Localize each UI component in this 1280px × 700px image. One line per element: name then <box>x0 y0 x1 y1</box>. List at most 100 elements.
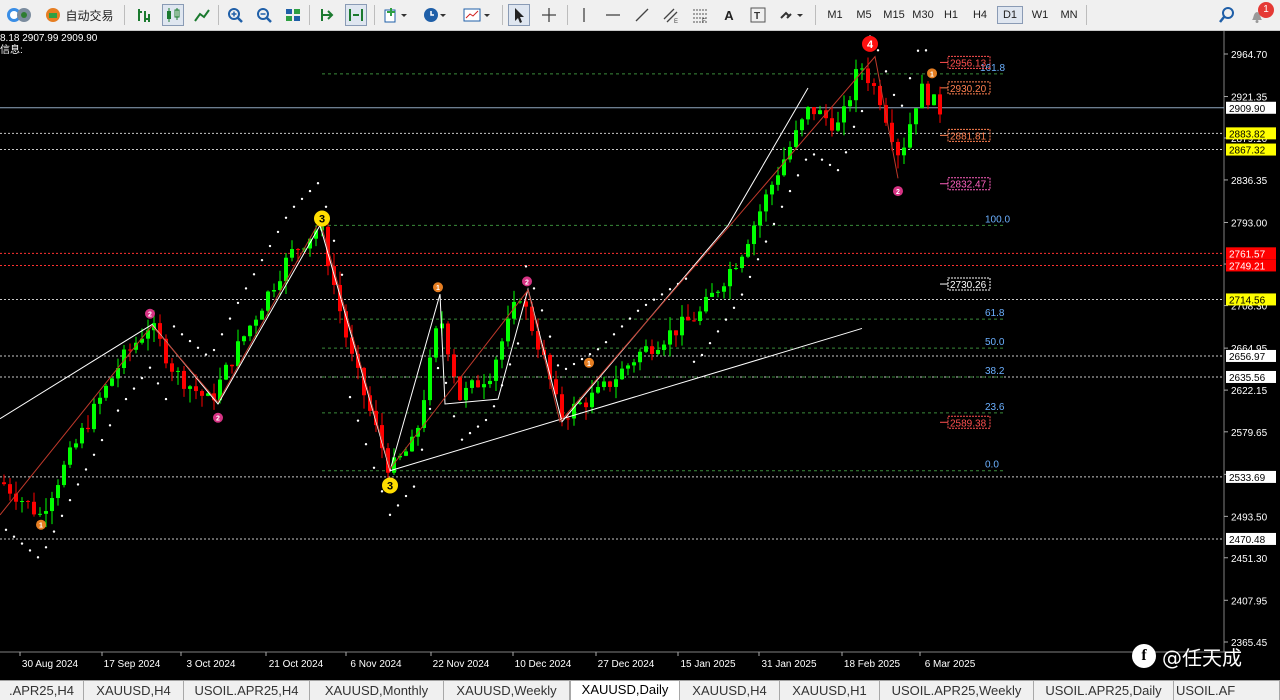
price-axis-label: 2493.50 <box>1231 512 1268 523</box>
indicators-icon[interactable] <box>381 4 411 26</box>
sar-dot <box>340 273 344 277</box>
sar-dot <box>236 301 240 305</box>
tile-windows-icon[interactable] <box>282 4 304 26</box>
zigzag-line <box>0 55 899 516</box>
timeframe-mn[interactable]: MN <box>1056 6 1082 24</box>
arrows-icon[interactable] <box>776 4 808 26</box>
period-clock-icon[interactable] <box>420 4 450 26</box>
candle-body <box>764 194 768 212</box>
timeframe-h1[interactable]: H1 <box>938 6 964 24</box>
timeframe-m30[interactable]: M30 <box>909 6 937 24</box>
sar-dot <box>284 216 288 219</box>
timeframe-m1[interactable]: M1 <box>822 6 848 24</box>
text-icon[interactable]: A <box>718 4 740 26</box>
sar-dot <box>308 189 312 193</box>
tab-usoil-apr25-h4-partial[interactable]: .APR25,H4 <box>0 681 84 700</box>
market-watch-icon[interactable] <box>14 4 34 26</box>
tab-usoil-apr25-weekly[interactable]: USOIL.APR25,Weekly <box>880 681 1034 700</box>
candle-body <box>200 391 204 396</box>
timeframe-m15[interactable]: M15 <box>880 6 908 24</box>
horizontal-level-label: 2533.69 <box>1229 473 1266 484</box>
sar-dot <box>124 397 128 401</box>
candle-body <box>176 370 180 372</box>
sar-dot <box>612 333 616 336</box>
timeframe-m5[interactable]: M5 <box>851 6 877 24</box>
candle-body <box>104 385 108 398</box>
tab-xauusd-weekly[interactable]: XAUUSD,Weekly <box>444 681 570 700</box>
bar-chart-icon[interactable] <box>133 4 155 26</box>
candle-body <box>740 256 744 268</box>
time-axis-label: 6 Mar 2025 <box>925 659 976 670</box>
candle-body <box>110 378 114 386</box>
price-axis-label: 2622.15 <box>1231 386 1268 397</box>
candlestick-icon[interactable] <box>162 4 184 26</box>
sar-dot <box>924 49 928 52</box>
templates-icon[interactable] <box>460 4 494 26</box>
candle-body <box>326 226 330 267</box>
price-tag-label: 2930.20 <box>950 84 987 95</box>
candle-body <box>494 359 498 381</box>
timeframe-w1[interactable]: W1 <box>1027 6 1053 24</box>
tab-xauusd-h4-2[interactable]: XAUUSD,H4 <box>680 681 780 700</box>
sar-dot <box>172 325 176 328</box>
candle-body <box>836 122 840 131</box>
sar-dot <box>556 364 560 367</box>
horizontal-line-icon[interactable] <box>602 4 624 26</box>
crosshair-icon[interactable] <box>538 4 560 26</box>
candle-body <box>32 501 36 515</box>
tab-xauusd-h4[interactable]: XAUUSD,H4 <box>84 681 184 700</box>
search-icon[interactable] <box>1216 4 1238 26</box>
sar-dot <box>580 357 584 361</box>
horizontal-level-label: 2867.32 <box>1229 146 1266 157</box>
candle-body <box>800 119 804 131</box>
candle-body <box>2 482 6 485</box>
trendline-icon[interactable] <box>631 4 653 26</box>
vertical-line-icon[interactable] <box>573 4 595 26</box>
candle-body <box>722 286 726 292</box>
price-chart[interactable]: 2964.702921.352879.102836.352793.002750.… <box>0 31 1280 680</box>
sar-dot <box>764 240 768 243</box>
tab-xauusd-monthly[interactable]: XAUUSD,Monthly <box>310 681 444 700</box>
candle-body <box>926 83 930 106</box>
info-label: 信息: <box>0 45 23 56</box>
sar-dot <box>452 415 456 418</box>
horizontal-level-label: 2761.57 <box>1229 249 1266 260</box>
timeframe-h4[interactable]: H4 <box>967 6 993 24</box>
sar-dot <box>916 49 920 52</box>
chart-shift-icon[interactable] <box>345 4 367 26</box>
candle-body <box>914 108 918 125</box>
cursor-icon[interactable] <box>508 4 530 26</box>
tab-usoil-partial[interactable]: USOIL.AF <box>1174 681 1280 700</box>
wave-label-3: 3 <box>319 214 325 226</box>
candle-body <box>170 363 174 372</box>
candle-body <box>806 107 810 120</box>
candle-body <box>830 118 834 131</box>
sar-dot <box>60 514 64 518</box>
auto-scroll-icon[interactable] <box>316 4 338 26</box>
sar-dot <box>84 468 88 471</box>
chart-window[interactable]: 2964.702921.352879.102836.352793.002750.… <box>0 31 1280 680</box>
zoom-in-icon[interactable] <box>224 4 246 26</box>
fibo-retracement-icon[interactable]: F <box>689 4 711 26</box>
sar-dot <box>724 318 728 321</box>
zoom-out-icon[interactable] <box>253 4 275 26</box>
text-label-icon[interactable]: T <box>747 4 769 26</box>
sar-dot <box>436 366 440 370</box>
candle-body <box>500 341 504 360</box>
tab-xauusd-daily[interactable]: XAUUSD,Daily <box>570 681 680 700</box>
timeframe-d1[interactable]: D1 <box>997 6 1023 24</box>
price-axis-label: 2407.95 <box>1231 596 1268 607</box>
tab-usoil-apr25-daily[interactable]: USOIL.APR25,Daily <box>1034 681 1174 700</box>
candle-body <box>290 249 294 258</box>
sar-dot <box>492 405 496 408</box>
sar-dot <box>444 381 448 385</box>
fibonacci-level-label: 50.0 <box>985 337 1005 348</box>
sar-dot <box>780 205 784 208</box>
tab-xauusd-h1[interactable]: XAUUSD,H1 <box>780 681 880 700</box>
candle-body <box>188 386 192 389</box>
fibo-channel-icon[interactable]: E <box>660 4 682 26</box>
sar-dot <box>644 303 648 307</box>
autotrading-button[interactable]: 自动交易 <box>40 4 118 26</box>
tab-usoil-apr25-h4[interactable]: USOIL.APR25,H4 <box>184 681 310 700</box>
line-chart-icon[interactable] <box>191 4 213 26</box>
